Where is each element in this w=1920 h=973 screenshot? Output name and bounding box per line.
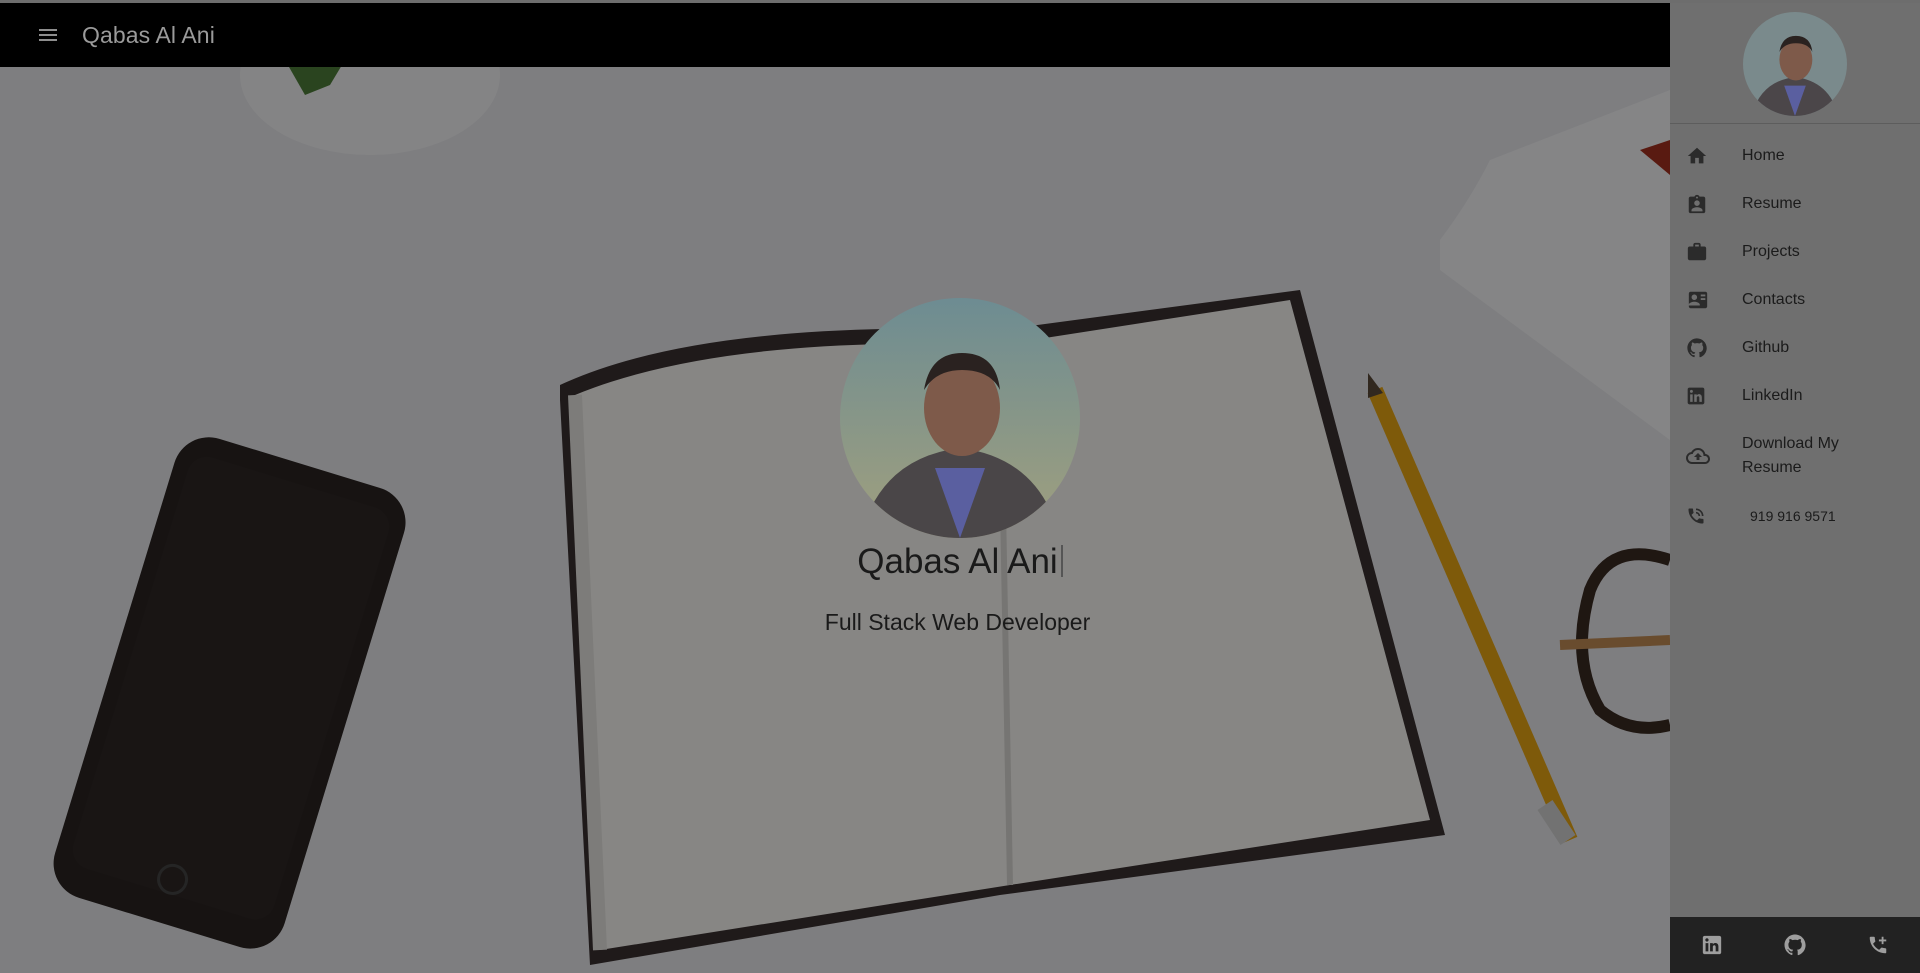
resume-badge-icon <box>1670 193 1742 215</box>
hero-avatar <box>840 298 1080 538</box>
nav-item-phone[interactable]: 919 916 9571 <box>1670 492 1920 540</box>
app-title: Qabas Al Ani <box>82 21 215 48</box>
cloud-upload-icon <box>1670 444 1742 468</box>
profile-photo-small <box>1743 12 1847 116</box>
profile-photo <box>840 298 1080 538</box>
github-icon <box>1670 337 1742 359</box>
drawer-scrim[interactable] <box>0 0 1670 973</box>
drawer-avatar <box>1743 12 1847 116</box>
nav-label-phone: 919 916 9571 <box>1750 508 1836 524</box>
nav-label-resume: Resume <box>1742 195 1802 212</box>
nav-label-github: Github <box>1742 339 1790 356</box>
contact-card-icon <box>1670 289 1742 311</box>
hero-name: Qabas Al Ani <box>760 542 1160 582</box>
home-icon <box>1670 145 1742 167</box>
nav-label-contacts: Contacts <box>1742 291 1806 308</box>
nav-item-resume[interactable]: Resume <box>1670 180 1920 228</box>
footer-linkedin-button[interactable] <box>1688 921 1736 969</box>
typing-cursor <box>1060 545 1063 577</box>
navigation-drawer: Home Resume Projects Contacts Github Lin… <box>1670 3 1920 973</box>
nav-item-download-resume[interactable]: Download My Resume <box>1670 420 1920 492</box>
hero-role: Full Stack Web Developer <box>824 609 1091 635</box>
drawer-nav-list: Home Resume Projects Contacts Github Lin… <box>1670 124 1920 540</box>
linkedin-icon <box>1670 386 1742 406</box>
nav-item-contacts[interactable]: Contacts <box>1670 276 1920 324</box>
drawer-header <box>1670 3 1920 124</box>
briefcase-icon <box>1670 241 1742 263</box>
nav-label-projects: Projects <box>1742 243 1800 260</box>
drawer-footer <box>1670 917 1920 973</box>
footer-phone-button[interactable] <box>1854 921 1902 969</box>
hero-name-text: Qabas Al Ani <box>857 542 1058 581</box>
menu-icon <box>39 29 57 41</box>
nav-item-home[interactable]: Home <box>1670 132 1920 180</box>
github-icon <box>1784 934 1806 956</box>
footer-github-button[interactable] <box>1771 921 1819 969</box>
nav-item-projects[interactable]: Projects <box>1670 228 1920 276</box>
nav-label-home: Home <box>1742 147 1785 164</box>
linkedin-icon <box>1702 935 1721 955</box>
menu-button[interactable] <box>24 11 72 59</box>
nav-label-linkedin: LinkedIn <box>1742 387 1803 404</box>
nav-item-github[interactable]: Github <box>1670 324 1920 372</box>
app-bar: Qabas Al Ani <box>0 3 1670 67</box>
nav-label-download-resume: Download My Resume <box>1742 435 1839 476</box>
phone-add-icon <box>1870 936 1887 954</box>
phone-icon <box>1670 506 1742 526</box>
nav-item-linkedin[interactable]: LinkedIn <box>1670 372 1920 420</box>
